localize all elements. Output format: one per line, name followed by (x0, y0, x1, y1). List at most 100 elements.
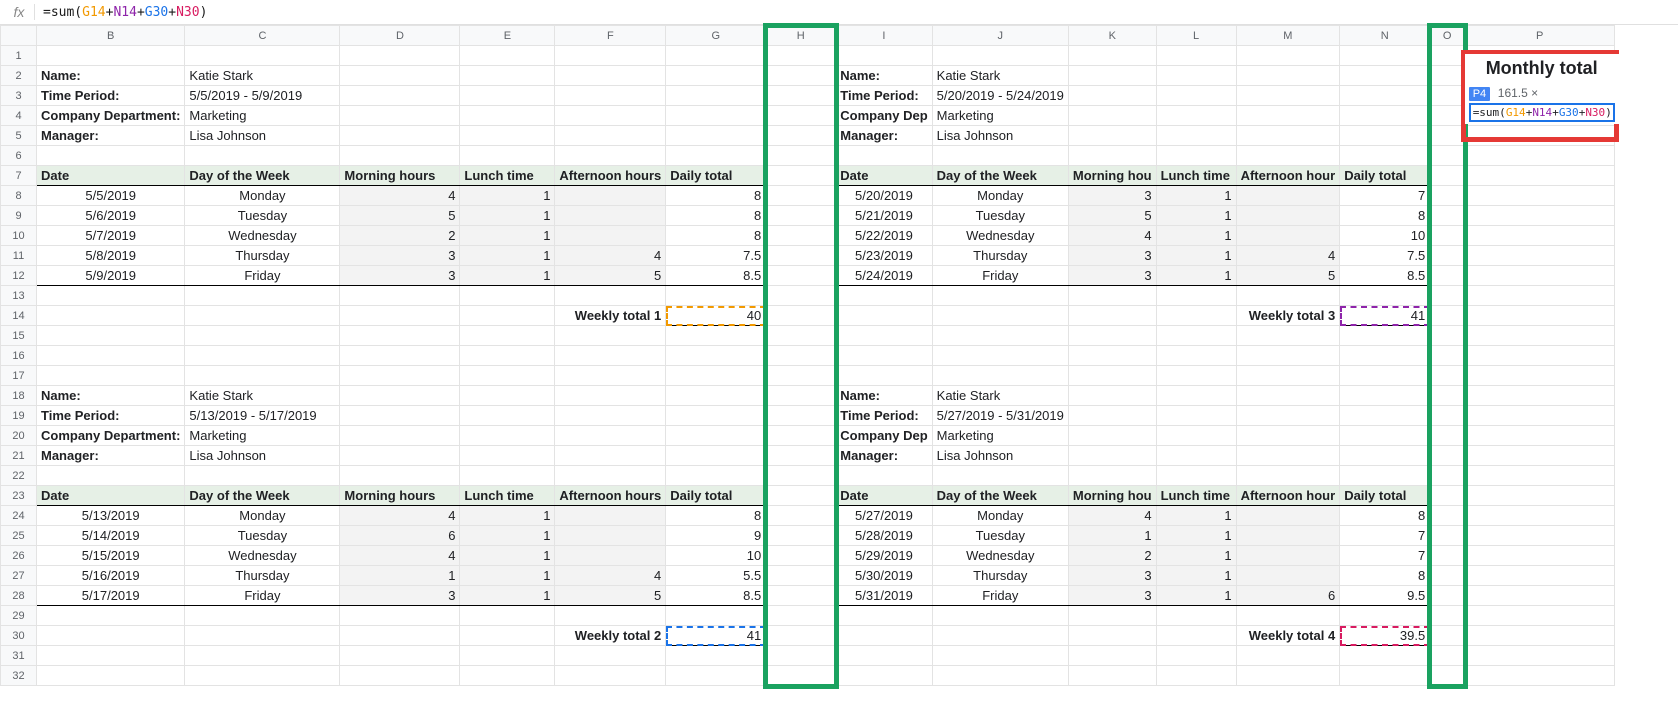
cell[interactable] (460, 326, 555, 346)
row[interactable]: 23DateDay of the WeekMorning hoursLunch … (1, 486, 1615, 506)
cell[interactable] (1465, 226, 1615, 246)
cell[interactable] (185, 466, 340, 486)
cell[interactable]: 5/14/2019 (37, 526, 185, 546)
cell[interactable] (1430, 626, 1465, 646)
cell[interactable]: 4 (1068, 226, 1156, 246)
cell[interactable]: 1 (460, 566, 555, 586)
cell[interactable] (460, 66, 555, 86)
cell[interactable] (37, 366, 185, 386)
row[interactable]: 31 (1, 646, 1615, 666)
cell[interactable] (836, 366, 932, 386)
row-header[interactable]: 30 (1, 626, 37, 646)
cell[interactable] (1465, 506, 1615, 526)
cell[interactable] (1340, 466, 1430, 486)
cell[interactable]: Marketing (185, 426, 340, 446)
cell[interactable] (1430, 246, 1465, 266)
cell[interactable] (932, 666, 1068, 686)
cell[interactable]: 1 (1156, 206, 1236, 226)
cell[interactable] (1430, 606, 1465, 626)
cell[interactable] (1465, 446, 1615, 466)
cell[interactable] (766, 146, 836, 166)
cell[interactable] (1340, 286, 1430, 306)
cell[interactable] (766, 626, 836, 646)
cell[interactable] (1430, 546, 1465, 566)
cell[interactable]: 5/17/2019 (37, 586, 185, 606)
cell[interactable] (666, 346, 766, 366)
cell[interactable] (555, 286, 666, 306)
cell[interactable] (932, 146, 1068, 166)
row[interactable]: 30Weekly total 241Weekly total 439.5 (1, 626, 1615, 646)
cell[interactable]: 7 (1340, 186, 1430, 206)
cell[interactable]: 3 (1068, 566, 1156, 586)
cell[interactable] (1068, 286, 1156, 306)
cell[interactable] (340, 86, 460, 106)
cell[interactable] (1236, 326, 1340, 346)
row[interactable]: 95/6/2019Tuesday5185/21/2019Tuesday518 (1, 206, 1615, 226)
cell[interactable] (1430, 566, 1465, 586)
row-header[interactable]: 9 (1, 206, 37, 226)
cell[interactable]: Lunch time (460, 166, 555, 186)
cell[interactable] (460, 386, 555, 406)
cell[interactable]: 5 (340, 206, 460, 226)
row[interactable]: 19Time Period:5/13/2019 - 5/17/2019Time … (1, 406, 1615, 426)
cell[interactable] (1236, 186, 1340, 206)
cell[interactable] (1068, 626, 1156, 646)
cell[interactable] (766, 646, 836, 666)
cell[interactable]: Company Dep (836, 426, 932, 446)
cell[interactable] (555, 186, 666, 206)
cell[interactable] (185, 46, 340, 66)
cell[interactable] (1430, 346, 1465, 366)
cell[interactable] (340, 466, 460, 486)
row[interactable]: 4Company Department:MarketingCompany Dep… (1, 106, 1615, 126)
cell[interactable] (555, 86, 666, 106)
row-header[interactable]: 29 (1, 606, 37, 626)
cell[interactable]: 1 (460, 586, 555, 606)
cell[interactable]: Lisa Johnson (932, 446, 1068, 466)
col-header[interactable]: I (836, 26, 932, 46)
cell[interactable] (555, 206, 666, 226)
cell[interactable] (1236, 466, 1340, 486)
cell[interactable]: 5/27/2019 (836, 506, 932, 526)
cell[interactable] (666, 106, 766, 126)
row-header[interactable]: 17 (1, 366, 37, 386)
row-header[interactable]: 26 (1, 546, 37, 566)
cell[interactable] (460, 346, 555, 366)
cell[interactable]: Afternoon hour (1236, 166, 1340, 186)
cell[interactable] (460, 406, 555, 426)
cell[interactable] (766, 666, 836, 686)
row-header[interactable]: 31 (1, 646, 37, 666)
col-header[interactable]: J (932, 26, 1068, 46)
row-header[interactable]: 20 (1, 426, 37, 446)
cell[interactable] (1236, 526, 1340, 546)
row[interactable]: 17 (1, 366, 1615, 386)
cell[interactable] (1465, 206, 1615, 226)
cell[interactable] (340, 626, 460, 646)
cell[interactable] (1236, 426, 1340, 446)
cell[interactable] (1068, 326, 1156, 346)
cell[interactable] (1068, 106, 1156, 126)
row-header[interactable]: 24 (1, 506, 37, 526)
cell[interactable] (1068, 66, 1156, 86)
cell[interactable] (1156, 146, 1236, 166)
cell[interactable]: 5/24/2019 (836, 266, 932, 286)
cell[interactable]: 2 (1068, 546, 1156, 566)
cell[interactable] (1236, 446, 1340, 466)
cell[interactable]: 1 (1156, 246, 1236, 266)
row-header[interactable]: 7 (1, 166, 37, 186)
cell[interactable]: 8 (1340, 506, 1430, 526)
cell[interactable]: 5/28/2019 (836, 526, 932, 546)
cell[interactable]: Time Period: (836, 406, 932, 426)
cell[interactable] (766, 586, 836, 606)
cell[interactable] (1465, 166, 1615, 186)
row[interactable]: 1 (1, 46, 1615, 66)
row-header[interactable]: 32 (1, 666, 37, 686)
cell[interactable] (766, 126, 836, 146)
row[interactable]: 7DateDay of the WeekMorning hoursLunch t… (1, 166, 1615, 186)
cell[interactable]: Weekly total 2 (555, 626, 666, 646)
col-header[interactable]: E (460, 26, 555, 46)
cell[interactable] (1156, 446, 1236, 466)
cell[interactable] (766, 186, 836, 206)
row[interactable]: 245/13/2019Monday4185/27/2019Monday418 (1, 506, 1615, 526)
cell[interactable] (766, 346, 836, 366)
cell[interactable]: Daily total (666, 486, 766, 506)
